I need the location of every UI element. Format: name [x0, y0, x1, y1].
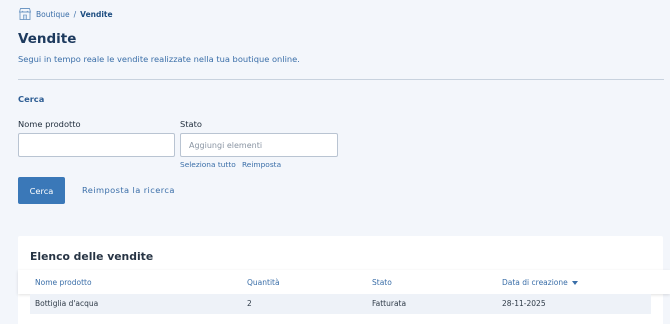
select-all-link[interactable]: Seleziona tutto [180, 160, 236, 169]
column-header-quantity[interactable]: Quantità [247, 278, 280, 287]
status-input[interactable] [180, 133, 338, 157]
caret-down-icon [571, 280, 578, 285]
column-header-label: Nome prodotto [35, 278, 92, 287]
page-subtitle: Segui in tempo reale le vendite realizza… [18, 54, 300, 64]
page-title: Vendite [18, 31, 77, 47]
reset-status-link[interactable]: Reimposta [242, 160, 281, 169]
product-name-input[interactable] [18, 133, 175, 157]
breadcrumb: Boutique / Vendite [18, 7, 113, 21]
product-name-label: Nome prodotto [18, 119, 81, 129]
cell-quantity: 2 [247, 299, 252, 308]
column-header-status[interactable]: Stato [372, 278, 392, 287]
breadcrumb-separator: / [73, 9, 77, 19]
breadcrumb-current: Vendite [80, 9, 113, 19]
shop-icon [18, 7, 32, 21]
table-row[interactable]: Bottiglia d'acqua 2 Fatturata 28-11-2025 [30, 294, 651, 314]
status-label: Stato [180, 119, 202, 129]
column-header-product[interactable]: Nome prodotto [35, 278, 92, 287]
divider [18, 79, 664, 80]
column-header-label: Data di creazione [502, 278, 568, 287]
table-header: Nome prodotto Quantità Stato Data di cre… [18, 270, 670, 294]
column-header-label: Stato [372, 278, 392, 287]
cell-status: Fatturata [372, 299, 407, 308]
reset-search-link[interactable]: Reimposta la ricerca [82, 185, 175, 195]
search-button[interactable]: Cerca [18, 177, 65, 204]
sales-card: Elenco delle vendite Nome prodotto Quant… [18, 236, 670, 324]
cell-created-date: 28-11-2025 [502, 299, 546, 308]
column-header-label: Quantità [247, 278, 280, 287]
column-header-created-date[interactable]: Data di creazione [502, 278, 578, 287]
breadcrumb-boutique-link[interactable]: Boutique [36, 10, 70, 19]
sales-list-title: Elenco delle vendite [30, 250, 154, 263]
search-heading: Cerca [18, 94, 45, 104]
cell-product-name: Bottiglia d'acqua [35, 299, 99, 308]
